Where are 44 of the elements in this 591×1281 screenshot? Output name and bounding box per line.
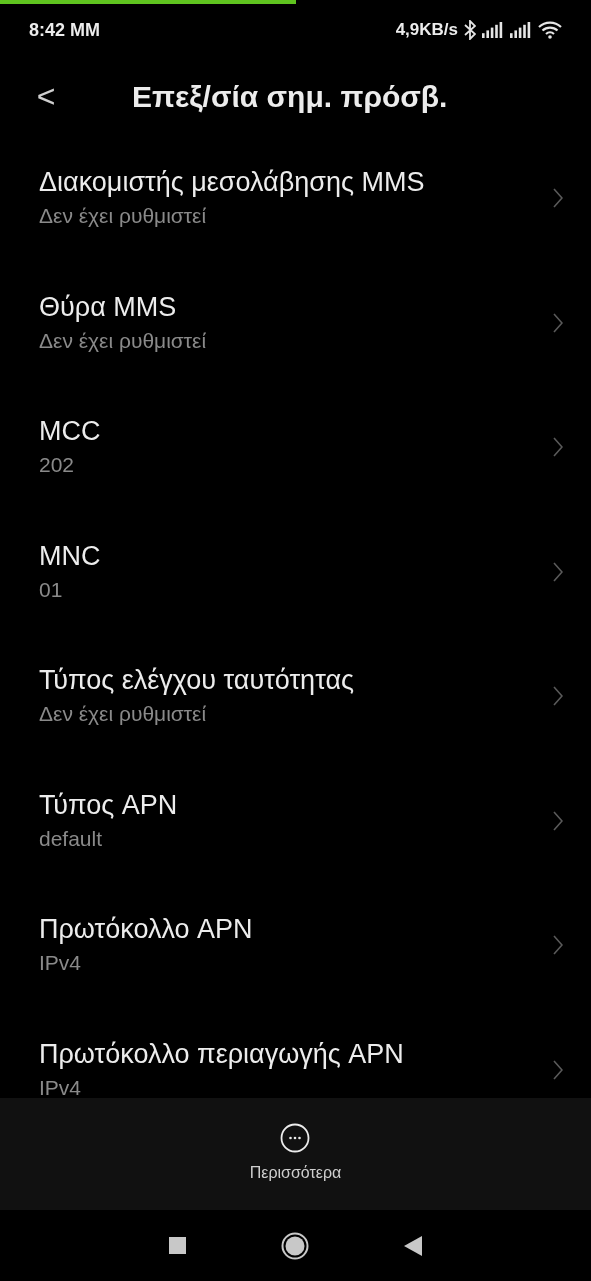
page-title: Επεξ/σία σημ. πρόσβ. (132, 78, 448, 115)
chevron-right-icon (553, 188, 563, 209)
row-title: Πρωτόκολλο περιαγωγής APN (39, 1037, 405, 1071)
back-nav-button[interactable] (404, 1235, 422, 1256)
more-icon (280, 1123, 311, 1153)
row-value: Δεν έχει ρυθμιστεί (39, 327, 208, 354)
settings-row[interactable]: Τύπος ελέγχου ταυτότητας Δεν έχει ρυθμιστεί (0, 634, 591, 759)
row-value: IPv4 (39, 950, 83, 977)
row-title: Διακομιστής μεσολάβησης MMS (39, 166, 426, 200)
row-value: Δεν έχει ρυθμιστεί (39, 701, 208, 728)
chevron-right-icon (553, 1059, 563, 1080)
chevron-right-icon (553, 935, 563, 956)
row-title: Τύπος APN (39, 788, 179, 822)
wifi-icon (538, 21, 562, 39)
row-value: Δεν έχει ρυθμιστεί (39, 203, 208, 230)
row-title: Τύπος ελέγχου ταυτότητας (39, 664, 356, 698)
row-value: IPv4 (39, 1074, 83, 1098)
row-title: MCC (39, 415, 102, 449)
chevron-right-icon (553, 561, 563, 582)
network-speed: 4,9KB/s (395, 19, 458, 42)
more-button[interactable]: Περισσότερα (249, 1123, 342, 1185)
row-title: MNC (39, 539, 102, 573)
signal-icon (482, 22, 504, 38)
settings-row[interactable]: Διακομιστής μεσολάβησης MMS Δεν έχει ρυθμιστεί (0, 136, 591, 261)
row-title: Θύρα MMS (39, 290, 178, 324)
row-value: default (39, 825, 104, 852)
settings-row[interactable]: Πρωτόκολλο περιαγωγής APN IPv4 (0, 1007, 591, 1098)
settings-row[interactable]: Τύπος APN default (0, 758, 591, 883)
chevron-right-icon (553, 810, 563, 831)
home-button[interactable] (281, 1231, 309, 1260)
settings-row[interactable]: MNC 01 (0, 509, 591, 634)
chevron-right-icon (553, 312, 563, 333)
row-value: 01 (39, 576, 64, 603)
settings-row[interactable]: Θύρα MMS Δεν έχει ρυθμιστεί (0, 260, 591, 385)
bluetooth-icon (464, 20, 476, 40)
chevron-right-icon (553, 437, 563, 458)
back-button[interactable]: < (34, 80, 58, 112)
status-time: 8:42 ΜΜ (29, 18, 100, 42)
settings-row[interactable]: MCC 202 (0, 385, 591, 510)
chevron-right-icon (553, 686, 563, 707)
signal-icon (510, 22, 532, 38)
row-title: Πρωτόκολλο APN (39, 913, 254, 947)
row-value: 202 (39, 452, 76, 479)
settings-row[interactable]: Πρωτόκολλο APN IPv4 (0, 883, 591, 1008)
